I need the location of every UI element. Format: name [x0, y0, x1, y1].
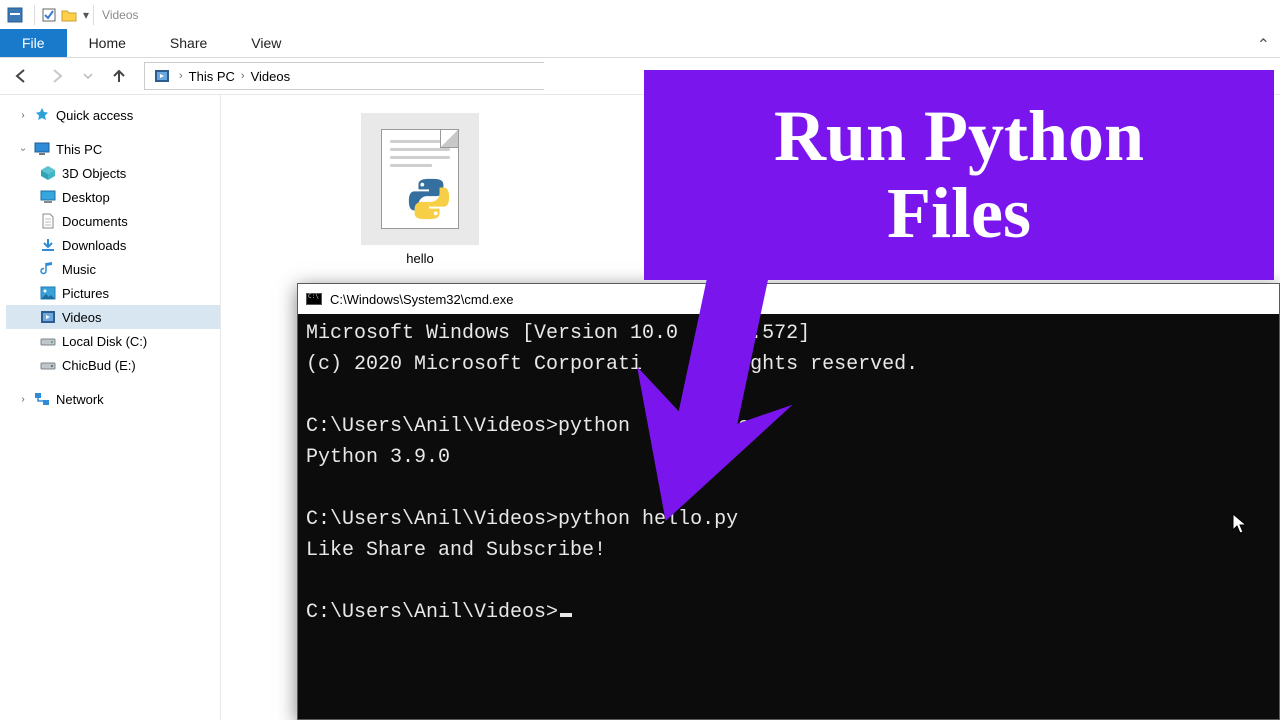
- tree-chicbud-e[interactable]: ChicBud (E:): [6, 353, 220, 377]
- tree-3d-objects[interactable]: 3D Objects: [6, 161, 220, 185]
- breadcrumb-separator[interactable]: ›: [179, 70, 183, 82]
- cmd-line: C:\Users\Anil\Videos>: [306, 601, 558, 624]
- navigation-pane: › Quick access › This PC 3D Objects Desk: [0, 94, 220, 720]
- tree-music[interactable]: Music: [6, 257, 220, 281]
- python-icon: [406, 176, 452, 222]
- cube-icon: [40, 165, 56, 181]
- tree-label: Desktop: [62, 190, 110, 205]
- tree-desktop[interactable]: Desktop: [6, 185, 220, 209]
- tree-label: ChicBud (E:): [62, 358, 136, 373]
- tree-pictures[interactable]: Pictures: [6, 281, 220, 305]
- qat-folder-icon[interactable]: [59, 5, 79, 25]
- qat-overflow[interactable]: ▾: [83, 8, 89, 22]
- tree-label: Quick access: [56, 108, 133, 123]
- breadcrumb-this-pc[interactable]: This PC: [187, 69, 237, 84]
- tree-label: Videos: [62, 310, 102, 325]
- video-icon: [40, 309, 56, 325]
- tree-toggle[interactable]: ›: [18, 110, 28, 121]
- qat-checkbox-icon[interactable]: [39, 5, 59, 25]
- ribbon-tab-share[interactable]: Share: [148, 29, 229, 57]
- cmd-titlebar[interactable]: C:\Windows\System32\cmd.exe: [298, 284, 1279, 314]
- back-button[interactable]: [10, 65, 32, 87]
- tree-toggle[interactable]: ›: [18, 144, 29, 154]
- window-title: Videos: [102, 8, 138, 22]
- tree-label: Documents: [62, 214, 128, 229]
- drive-icon: [40, 333, 56, 349]
- download-icon: [40, 237, 56, 253]
- cmd-body[interactable]: Microsoft Windows [Version 10.0 42.572] …: [298, 314, 1279, 719]
- monitor-icon: [34, 141, 50, 157]
- cmd-title-text: C:\Windows\System32\cmd.exe: [330, 292, 514, 307]
- cmd-cursor: [560, 613, 572, 617]
- tree-label: 3D Objects: [62, 166, 126, 181]
- tree-label: Local Disk (C:): [62, 334, 147, 349]
- desktop-icon: [40, 189, 56, 205]
- breadcrumb-separator[interactable]: ›: [241, 70, 245, 82]
- cmd-line: (c) 2020 Microsoft Corporati l rights re…: [306, 353, 918, 376]
- titlebar-separator: [93, 5, 94, 25]
- titlebar-separator: [34, 5, 35, 25]
- window-titlebar: ▾ Videos: [0, 0, 1280, 30]
- up-button[interactable]: [108, 65, 130, 87]
- ribbon-tab-view[interactable]: View: [229, 29, 303, 57]
- file-name-label: hello: [361, 245, 479, 266]
- tree-label: Music: [62, 262, 96, 277]
- video-folder-icon: [153, 67, 171, 85]
- tree-label: Pictures: [62, 286, 109, 301]
- tree-label: This PC: [56, 142, 102, 157]
- recent-locations-dropdown[interactable]: [82, 65, 94, 87]
- cmd-line: C:\Users\Anil\Videos>python rsion: [306, 415, 762, 438]
- tree-documents[interactable]: Documents: [6, 209, 220, 233]
- tree-local-disk-c[interactable]: Local Disk (C:): [6, 329, 220, 353]
- breadcrumb-videos[interactable]: Videos: [249, 69, 293, 84]
- ribbon-tabs: File Home Share View: [0, 30, 1280, 58]
- forward-button[interactable]: [46, 65, 68, 87]
- tree-quick-access[interactable]: › Quick access: [6, 103, 220, 127]
- ribbon-file-tab[interactable]: File: [0, 29, 67, 57]
- cmd-window[interactable]: C:\Windows\System32\cmd.exe Microsoft Wi…: [297, 283, 1280, 720]
- overlay-text-line2: Files: [774, 175, 1144, 252]
- minimize-ribbon-icon[interactable]: ⌃: [1257, 35, 1270, 55]
- network-icon: [34, 391, 50, 407]
- cmd-line: Microsoft Windows [Version 10.0 42.572]: [306, 322, 810, 345]
- overlay-banner: Run Python Files: [644, 70, 1274, 280]
- tree-label: Downloads: [62, 238, 126, 253]
- tree-network[interactable]: › Network: [6, 387, 220, 411]
- file-explorer-app-icon: [6, 6, 24, 24]
- tree-toggle[interactable]: ›: [18, 394, 28, 405]
- star-icon: [34, 107, 50, 123]
- tree-this-pc[interactable]: › This PC: [6, 137, 220, 161]
- tree-videos[interactable]: Videos: [6, 305, 220, 329]
- tree-downloads[interactable]: Downloads: [6, 233, 220, 257]
- cmd-icon: [306, 293, 322, 305]
- cmd-line: C:\Users\Anil\Videos>python hello.py: [306, 508, 738, 531]
- music-icon: [40, 261, 56, 277]
- picture-icon: [40, 285, 56, 301]
- cmd-line: Python 3.9.0: [306, 446, 450, 469]
- address-bar[interactable]: › This PC › Videos: [144, 62, 544, 90]
- tree-label: Network: [56, 392, 104, 407]
- document-icon: [40, 213, 56, 229]
- drive-icon: [40, 357, 56, 373]
- ribbon-tab-home[interactable]: Home: [67, 29, 148, 57]
- cmd-line: Like Share and Subscribe!: [306, 539, 606, 562]
- overlay-text-line1: Run Python: [774, 98, 1144, 175]
- file-item-hello[interactable]: hello: [361, 113, 479, 266]
- file-thumbnail: [361, 113, 479, 245]
- mouse-cursor-icon: [1232, 513, 1248, 535]
